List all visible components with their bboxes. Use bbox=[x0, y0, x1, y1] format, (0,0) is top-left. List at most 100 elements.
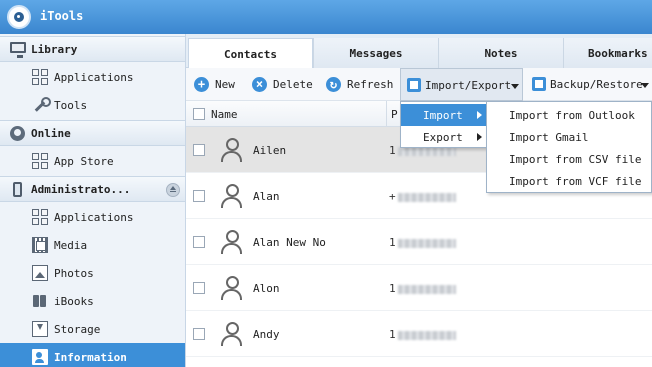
tab-messages[interactable]: Messages bbox=[313, 38, 438, 68]
sidebar-item-app-store[interactable]: App Store bbox=[0, 147, 185, 175]
contact-name: Alon bbox=[253, 282, 280, 295]
blurred-phone bbox=[397, 330, 456, 340]
tab-notes[interactable]: Notes bbox=[438, 38, 563, 68]
sidebar-item-storage[interactable]: Storage bbox=[0, 315, 185, 343]
title-bar: iTools bbox=[0, 0, 652, 34]
sidebar-group-library[interactable]: Library bbox=[0, 36, 185, 62]
menu-item-import-csv[interactable]: Import from CSV file bbox=[509, 153, 641, 166]
new-button[interactable]: + New bbox=[188, 68, 240, 101]
backup-restore-icon bbox=[532, 77, 546, 91]
column-phone-header[interactable]: P bbox=[391, 108, 398, 121]
table-row[interactable]: Andy 1 bbox=[186, 311, 652, 357]
sidebar-item-label: iBooks bbox=[54, 295, 94, 308]
sidebar-item-device-applications[interactable]: Applications bbox=[0, 203, 185, 231]
phone-prefix: 1 bbox=[389, 282, 396, 295]
backup-restore-button[interactable]: Backup/Restore bbox=[526, 68, 652, 101]
contact-name: Alan bbox=[253, 190, 280, 203]
avatar-icon bbox=[220, 276, 242, 300]
table-row[interactable]: Alan New No 1 bbox=[186, 219, 652, 265]
contact-card-icon bbox=[32, 349, 48, 365]
sidebar-item-label: Tools bbox=[54, 99, 88, 112]
contact-name: Ailen bbox=[253, 144, 287, 157]
sidebar-item-label: Applications bbox=[54, 71, 134, 84]
menu-item-label: Import bbox=[423, 109, 463, 122]
import-export-menu: Import Export bbox=[400, 101, 487, 148]
menu-item-import-outlook[interactable]: Import from Outlook bbox=[509, 109, 635, 122]
delete-label: Delete bbox=[273, 78, 313, 91]
globe-icon bbox=[10, 126, 25, 141]
tab-bar: Contacts Messages Notes Bookmarks bbox=[186, 34, 652, 69]
storage-icon bbox=[32, 321, 48, 337]
phone-icon bbox=[13, 182, 22, 197]
sidebar-item-label: Storage bbox=[54, 323, 101, 336]
app-store-icon bbox=[32, 153, 48, 169]
applications-icon bbox=[32, 69, 48, 85]
delete-x-icon: × bbox=[252, 77, 267, 92]
contact-name: Alan New No bbox=[253, 236, 326, 249]
menu-item-import[interactable]: Import bbox=[401, 104, 486, 126]
sidebar-item-tools[interactable]: Tools bbox=[0, 91, 185, 119]
sidebar-group-label: Administrato... bbox=[31, 183, 131, 196]
sidebar-item-label: App Store bbox=[54, 155, 114, 168]
sidebar-item-ibooks[interactable]: iBooks bbox=[0, 287, 185, 315]
monitor-icon bbox=[10, 42, 26, 58]
avatar-icon bbox=[220, 138, 242, 162]
row-checkbox[interactable] bbox=[193, 236, 205, 248]
film-icon bbox=[32, 237, 48, 253]
sidebar-item-label: Media bbox=[54, 239, 88, 252]
toolbar: + New × Delete ↻ Refresh Import/Export B… bbox=[186, 68, 652, 101]
refresh-label: Refresh bbox=[347, 78, 394, 91]
menu-item-import-gmail[interactable]: Import Gmail bbox=[509, 131, 588, 144]
row-checkbox[interactable] bbox=[193, 190, 205, 202]
contact-name: Andy bbox=[253, 328, 280, 341]
sidebar-item-media[interactable]: Media bbox=[0, 231, 185, 259]
sidebar-item-information[interactable]: Information bbox=[0, 343, 185, 367]
avatar-icon bbox=[220, 184, 242, 208]
avatar-icon bbox=[220, 230, 242, 254]
sidebar-item-photos[interactable]: Photos bbox=[0, 259, 185, 287]
sidebar-item-label: Applications bbox=[54, 211, 134, 224]
phone-prefix: 1 bbox=[389, 144, 396, 157]
sidebar-group-device[interactable]: Administrato... bbox=[0, 176, 185, 202]
row-checkbox[interactable] bbox=[193, 328, 205, 340]
applications-icon bbox=[32, 209, 48, 225]
blurred-phone bbox=[397, 192, 456, 202]
import-export-button[interactable]: Import/Export bbox=[400, 68, 523, 101]
table-row[interactable]: Alon 1 bbox=[186, 265, 652, 311]
phone-prefix: 1 bbox=[389, 236, 396, 249]
sidebar: Library Applications Tools Online App St… bbox=[0, 34, 186, 367]
chevron-down-icon bbox=[511, 84, 519, 89]
wrench-icon bbox=[32, 97, 51, 113]
import-export-label: Import/Export bbox=[425, 79, 512, 92]
photo-icon bbox=[32, 265, 48, 281]
menu-item-export[interactable]: Export bbox=[401, 126, 486, 148]
blurred-phone bbox=[397, 284, 456, 294]
chevron-right-icon bbox=[477, 133, 482, 141]
contact-phone: 1 bbox=[389, 282, 456, 295]
phone-prefix: 1 bbox=[389, 328, 396, 341]
tab-contacts[interactable]: Contacts bbox=[188, 38, 313, 69]
app-title: iTools bbox=[40, 9, 84, 23]
sidebar-item-library-applications[interactable]: Applications bbox=[0, 63, 185, 91]
select-all-checkbox[interactable] bbox=[193, 108, 205, 120]
avatar-icon bbox=[220, 322, 242, 346]
column-name-header[interactable]: Name bbox=[211, 108, 238, 121]
import-export-icon bbox=[407, 78, 421, 92]
contact-phone: 1 bbox=[389, 236, 456, 249]
tab-bookmarks[interactable]: Bookmarks bbox=[563, 38, 652, 68]
row-checkbox[interactable] bbox=[193, 144, 205, 156]
eject-icon[interactable] bbox=[166, 183, 180, 197]
row-checkbox[interactable] bbox=[193, 282, 205, 294]
menu-item-import-vcf[interactable]: Import from VCF file bbox=[509, 175, 641, 188]
sidebar-item-label: Photos bbox=[54, 267, 94, 280]
sidebar-group-label: Online bbox=[31, 127, 71, 140]
delete-button[interactable]: × Delete bbox=[246, 68, 314, 101]
plus-icon: + bbox=[194, 77, 209, 92]
refresh-button[interactable]: ↻ Refresh bbox=[320, 68, 394, 101]
blurred-phone bbox=[397, 238, 456, 248]
phone-prefix: + bbox=[389, 190, 396, 203]
sidebar-item-label: Information bbox=[54, 351, 127, 364]
column-separator bbox=[386, 101, 387, 127]
sidebar-group-online[interactable]: Online bbox=[0, 120, 185, 146]
contact-phone: + bbox=[389, 190, 456, 203]
